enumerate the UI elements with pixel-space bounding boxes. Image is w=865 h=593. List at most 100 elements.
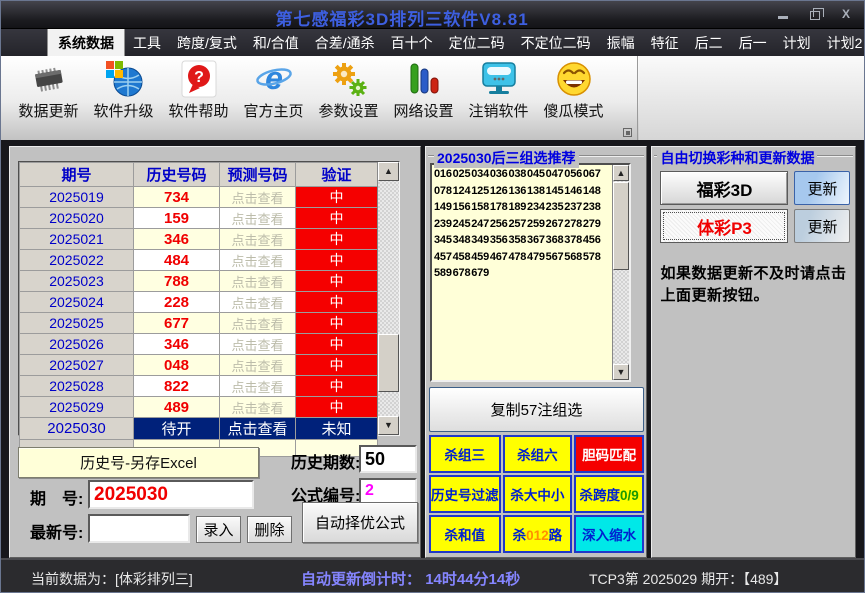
period-cell: 2025029 <box>19 396 134 418</box>
latest-draw-status: TCP3第 2025029 期开：【489】 <box>589 571 788 587</box>
pending-number-cell: 待开 <box>133 417 220 440</box>
number-cell: 159 <box>133 207 220 229</box>
upgrade-icon <box>105 61 142 97</box>
data-update-button[interactable]: 数据更新 <box>11 59 86 140</box>
header-history-number: 历史号码 <box>133 162 220 187</box>
kill-group6-button[interactable]: 杀组六 <box>502 435 573 473</box>
prediction-link[interactable]: 点击查看 <box>219 354 296 376</box>
restore-button[interactable] <box>809 7 824 20</box>
recommend-panel: 2025030后三组选推荐 016 025 034 036 038 045 04… <box>425 146 648 558</box>
tab-tools[interactable]: 工具 <box>125 29 169 57</box>
prediction-link[interactable]: 点击查看 <box>219 417 296 440</box>
prediction-link[interactable]: 点击查看 <box>219 396 296 418</box>
scroll-down-icon[interactable]: ▼ <box>613 364 630 380</box>
toolbar-spacer <box>639 56 864 140</box>
toolbar-item-label: 数据更新 <box>18 103 79 120</box>
result-cell: 中 <box>295 249 378 271</box>
tab-nonposition-2code[interactable]: 不定位二码 <box>513 29 599 57</box>
table-row: 2025020 159 点击查看 中 <box>19 207 378 229</box>
latest-number-input[interactable] <box>88 514 190 543</box>
history-count-label: 历史期数: <box>291 455 361 472</box>
prediction-link[interactable]: 点击查看 <box>219 249 296 271</box>
formula-number-input[interactable] <box>359 478 417 504</box>
parameter-settings-button[interactable]: 参数设置 <box>311 59 386 140</box>
kill-big-mid-small-button[interactable]: 杀大中小 <box>502 475 573 513</box>
update-fucai-button[interactable]: 更新 <box>794 171 851 205</box>
scrollbar-thumb[interactable] <box>613 182 630 270</box>
official-homepage-button[interactable]: e 官方主页 <box>236 59 311 140</box>
kill-span-button[interactable]: 杀跨度0/9 <box>574 475 645 513</box>
tab-plan2[interactable]: 计划2 <box>819 29 864 57</box>
table-scrollbar[interactable]: ▲ ▼ <box>377 162 399 435</box>
minimize-button[interactable] <box>777 10 788 19</box>
copy-selection-button[interactable]: 复制57注组选 <box>429 387 645 432</box>
prediction-link[interactable]: 点击查看 <box>219 270 296 292</box>
tab-plan[interactable]: 计划 <box>775 29 819 57</box>
scroll-up-icon[interactable]: ▲ <box>378 162 399 181</box>
table-row: 2025028 822 点击查看 中 <box>19 375 378 397</box>
scrollbar-thumb[interactable] <box>378 334 399 392</box>
tab-diff-kill[interactable]: 合差/通杀 <box>307 29 383 57</box>
recommend-group-title: 2025030后三组选推荐 <box>434 148 579 168</box>
prediction-link[interactable]: 点击查看 <box>219 312 296 334</box>
result-cell: 中 <box>295 228 378 250</box>
prediction-link[interactable]: 点击查看 <box>219 186 296 208</box>
update-ticai-button[interactable]: 更新 <box>794 209 851 243</box>
software-upgrade-button[interactable]: 软件升级 <box>86 59 161 140</box>
gears-icon <box>332 63 366 96</box>
result-cell: 中 <box>295 312 378 334</box>
ticai-p3-button[interactable]: 体彩P3 <box>660 209 789 243</box>
prediction-link[interactable]: 点击查看 <box>219 228 296 250</box>
toolbar-expand-icon[interactable] <box>623 128 632 137</box>
close-button[interactable]: X <box>842 7 850 21</box>
tab-sum-value[interactable]: 和/合值 <box>245 29 307 57</box>
prediction-link[interactable]: 点击查看 <box>219 333 296 355</box>
fucai-3d-button[interactable]: 福彩3D <box>660 171 789 205</box>
scroll-up-icon[interactable]: ▲ <box>613 165 630 181</box>
recommend-numbers-text[interactable]: 016 025 034 036 038 045 047 056 067 078 … <box>434 166 610 380</box>
easy-mode-button[interactable]: 傻瓜模式 <box>536 59 611 140</box>
deep-shrink-button[interactable]: 深入缩水 <box>574 515 645 553</box>
tab-position-2code[interactable]: 定位二码 <box>441 29 513 57</box>
tab-hundred-ten[interactable]: 百十个 <box>383 29 441 57</box>
scroll-down-icon[interactable]: ▼ <box>378 416 399 435</box>
prediction-link[interactable]: 点击查看 <box>219 291 296 313</box>
tab-amplitude[interactable]: 振幅 <box>599 29 643 57</box>
numbers-scrollbar[interactable]: ▲ ▼ <box>612 165 630 380</box>
toolbar-item-label: 傻瓜模式 <box>543 103 604 120</box>
network-settings-button[interactable]: 网络设置 <box>386 59 461 140</box>
auto-formula-button[interactable]: 自动择优公式 <box>302 502 418 543</box>
period-label: 期 号: <box>30 491 84 508</box>
prediction-link[interactable]: 点击查看 <box>219 207 296 229</box>
table-header-row: 期号 历史号码 预测号码 验证 <box>19 162 378 187</box>
title-bar: 第七感福彩3D排列三软件V8.81 X <box>1 1 864 29</box>
window-title: 第七感福彩3D排列三软件V8.81 <box>275 10 529 29</box>
dan-match-button[interactable]: 胆码匹配 <box>574 435 645 473</box>
network-bars-icon <box>410 63 438 94</box>
kill-012-route-button[interactable]: 杀012路 <box>502 515 573 553</box>
kill-group3-button[interactable]: 杀组三 <box>429 435 501 473</box>
enter-button[interactable]: 录入 <box>196 516 241 543</box>
kill-sum-button[interactable]: 杀和值 <box>429 515 501 553</box>
prediction-link[interactable]: 点击查看 <box>219 375 296 397</box>
tab-last-one[interactable]: 后一 <box>731 29 775 57</box>
tab-system-data[interactable]: 系统数据 <box>47 26 125 59</box>
number-cell: 677 <box>133 312 220 334</box>
toolbar-item-label: 参数设置 <box>318 103 379 120</box>
number-cell: 484 <box>133 249 220 271</box>
tab-feature[interactable]: 特征 <box>643 29 687 57</box>
tab-span-duplex[interactable]: 跨度/复式 <box>169 29 245 57</box>
period-cell: 2025028 <box>19 375 134 397</box>
tab-last-two[interactable]: 后二 <box>687 29 731 57</box>
table-row: 2025026 346 点击查看 中 <box>19 333 378 355</box>
delete-button[interactable]: 删除 <box>247 516 292 543</box>
toolbar-item-label: 网络设置 <box>393 103 454 120</box>
period-input[interactable] <box>88 480 254 509</box>
history-count-input[interactable] <box>359 445 417 473</box>
period-cell: 2025023 <box>19 270 134 292</box>
history-filter-button[interactable]: 历史号过滤 <box>429 475 501 513</box>
export-excel-button[interactable]: 历史号-另存Excel <box>18 447 259 478</box>
logout-software-button[interactable]: 注销软件 <box>461 59 536 140</box>
period-cell: 2025021 <box>19 228 134 250</box>
software-help-button[interactable]: ? 软件帮助 <box>161 59 236 140</box>
